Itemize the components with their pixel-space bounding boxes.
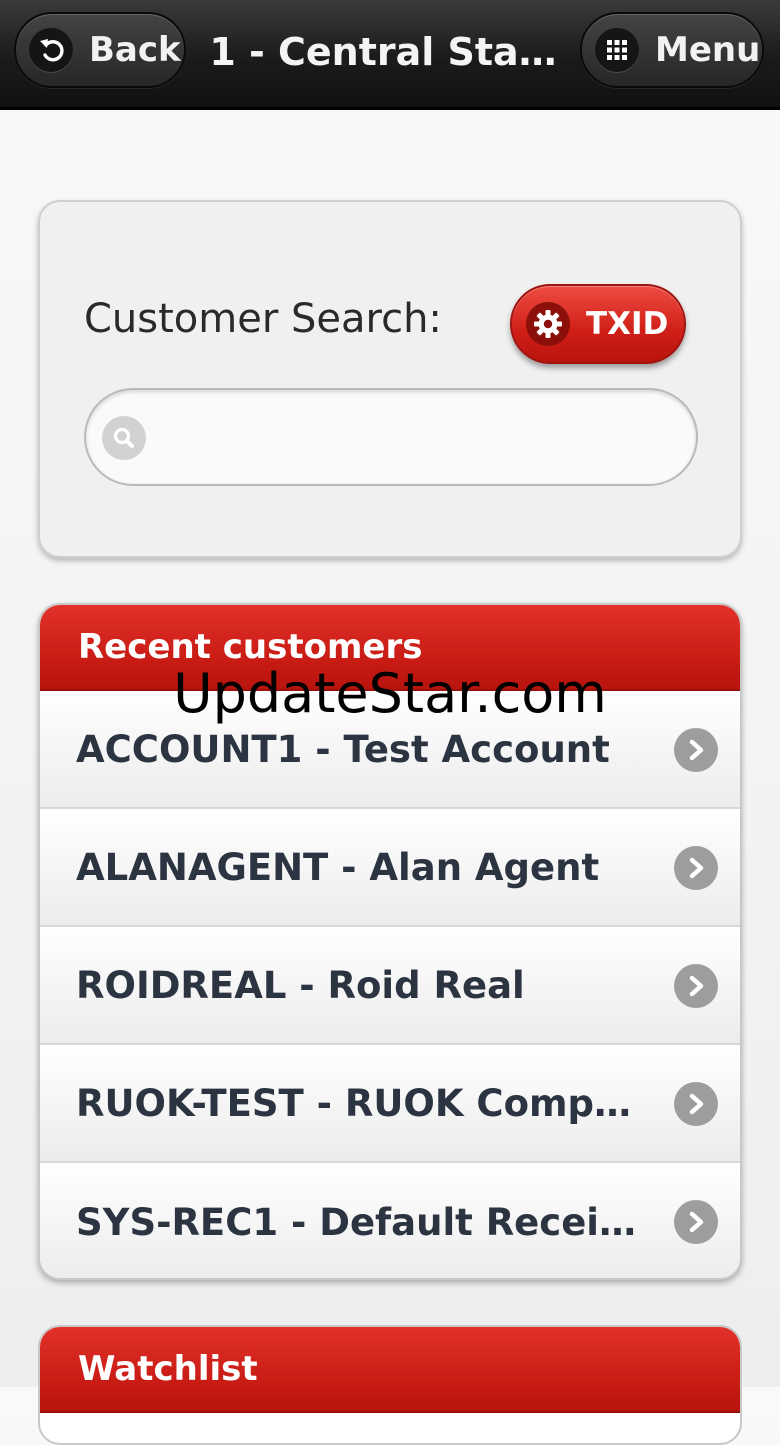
chevron-right-icon bbox=[674, 1082, 718, 1126]
customer-search-label: Customer Search: bbox=[84, 296, 442, 342]
list-item-label: ROIDREAL - Roid Real bbox=[76, 963, 525, 1007]
back-arrow-icon bbox=[29, 28, 73, 72]
chevron-right-icon bbox=[674, 728, 718, 772]
list-item[interactable]: SYS-REC1 - Default Receiver… bbox=[40, 1163, 740, 1278]
list-item[interactable]: ROIDREAL - Roid Real bbox=[40, 927, 740, 1045]
header-bar: Back 1 - Central Sta… Menu bbox=[0, 0, 780, 110]
watchlist-panel: Watchlist bbox=[38, 1325, 742, 1445]
recent-customers-list: Recent customers ACCOUNT1 - Test Account… bbox=[38, 603, 742, 1280]
txid-button[interactable]: TXID bbox=[510, 284, 686, 364]
customer-search-panel: Customer Search: TXID bbox=[38, 200, 742, 558]
gear-icon bbox=[526, 302, 570, 346]
watchlist-header[interactable]: Watchlist bbox=[40, 1327, 740, 1413]
list-item[interactable]: RUOK-TEST - RUOK Company bbox=[40, 1045, 740, 1163]
list-item-label: RUOK-TEST - RUOK Company bbox=[76, 1081, 636, 1125]
page-title: 1 - Central Sta… bbox=[209, 30, 557, 74]
chevron-right-icon bbox=[674, 846, 718, 890]
list-item-label: SYS-REC1 - Default Receiver… bbox=[76, 1200, 636, 1244]
list-item-label: ACCOUNT1 - Test Account bbox=[76, 727, 610, 771]
txid-button-label: TXID bbox=[586, 306, 669, 342]
recent-customers-header: Recent customers bbox=[40, 605, 740, 691]
back-button[interactable]: Back bbox=[14, 12, 186, 88]
list-item[interactable]: ALANAGENT - Alan Agent bbox=[40, 809, 740, 927]
chevron-right-icon bbox=[674, 1200, 718, 1244]
chevron-right-icon bbox=[674, 964, 718, 1008]
list-item[interactable]: ACCOUNT1 - Test Account bbox=[40, 691, 740, 809]
search-icon bbox=[102, 416, 146, 460]
list-item-label: ALANAGENT - Alan Agent bbox=[76, 845, 600, 889]
grid-icon bbox=[595, 28, 639, 72]
menu-button-label: Menu bbox=[655, 30, 761, 70]
back-button-label: Back bbox=[89, 30, 181, 70]
menu-button[interactable]: Menu bbox=[580, 12, 764, 88]
customer-search-input[interactable] bbox=[84, 388, 698, 486]
